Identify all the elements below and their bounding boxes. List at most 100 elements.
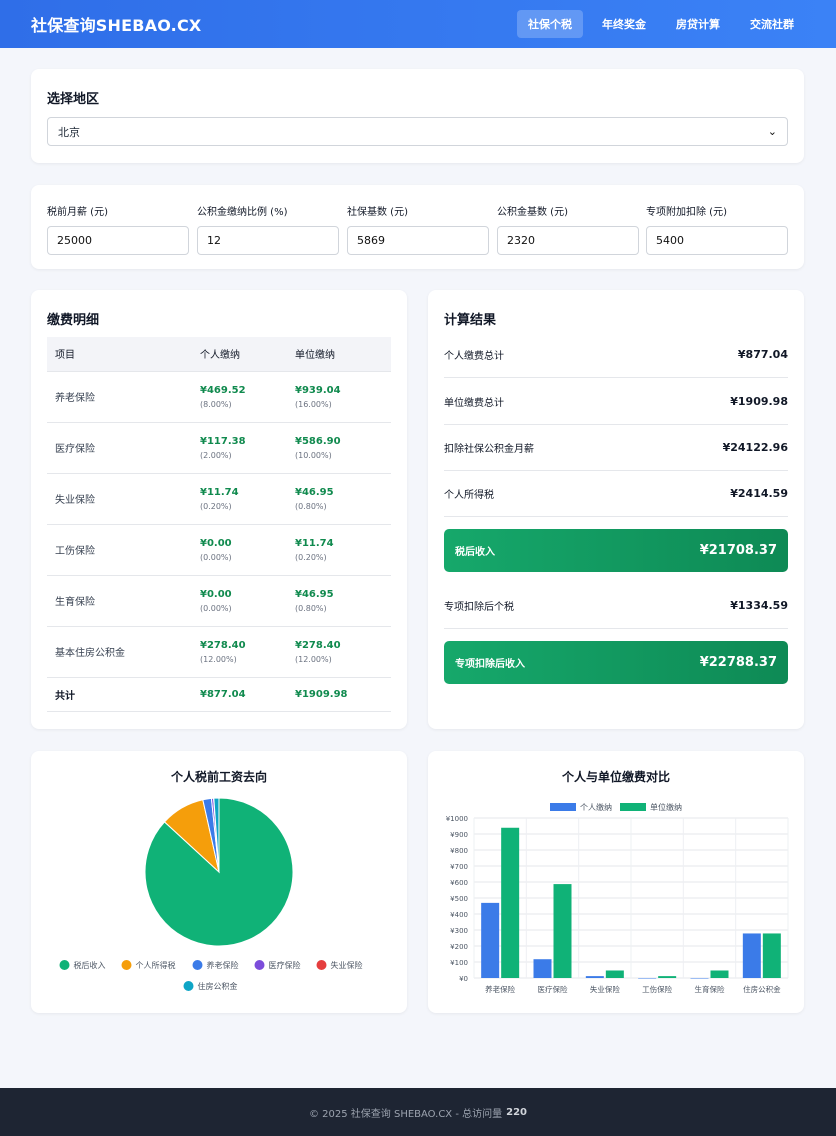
bar bbox=[710, 970, 729, 978]
bar bbox=[553, 884, 572, 978]
personal-amount: ¥11.74 bbox=[200, 486, 239, 498]
company-percent: (0.80%) bbox=[295, 501, 327, 511]
x-tick-label: 工伤保险 bbox=[642, 984, 672, 994]
result-label: 扣除社保公积金月薪 bbox=[444, 444, 534, 455]
personal-amount: ¥117.38 bbox=[200, 435, 246, 447]
personal-percent: (2.00%) bbox=[200, 450, 232, 460]
chevron-down-icon: ⌄ bbox=[767, 125, 777, 138]
bar-chart: 个人缴纳 单位缴纳 ¥0 ¥100 ¥200 ¥300 ¥400 ¥500 ¥600 ¥700 ¥8… bbox=[446, 802, 789, 994]
brand-logo[interactable]: 社保查询SHEBAO.CX bbox=[31, 12, 201, 36]
company-percent: (10.00%) bbox=[295, 450, 332, 460]
row-item: 工伤保险 bbox=[47, 524, 192, 576]
nav-link-mortgage[interactable]: 房贷计算 bbox=[665, 10, 731, 38]
personal-amount: ¥278.40 bbox=[200, 639, 246, 651]
fund-base-input[interactable] bbox=[497, 226, 639, 255]
company-percent: (12.00%) bbox=[295, 654, 332, 664]
total-label: 共计 bbox=[47, 677, 192, 712]
personal-cell: ¥11.74 (0.20%) bbox=[192, 473, 287, 525]
x-tick-label: 失业保险 bbox=[590, 984, 620, 994]
nav-link-tax[interactable]: 社保个税 bbox=[517, 10, 583, 38]
y-tick-label: ¥500 bbox=[450, 895, 468, 903]
company-cell: ¥586.90 (10.00%) bbox=[287, 422, 391, 474]
personal-amount: ¥0.00 bbox=[200, 537, 232, 549]
x-tick-label: 住房公积金 bbox=[743, 984, 781, 994]
result-row-salary-after-deduction: 扣除社保公积金月薪 ¥24122.96 bbox=[444, 425, 788, 471]
personal-cell: ¥117.38 (2.00%) bbox=[192, 422, 287, 474]
result-title: 计算结果 bbox=[444, 313, 497, 328]
nav-link-community[interactable]: 交流社群 bbox=[739, 10, 805, 38]
y-tick-label: ¥400 bbox=[450, 911, 468, 919]
personal-percent: (8.00%) bbox=[200, 399, 232, 409]
y-tick-label: ¥100 bbox=[450, 959, 468, 967]
legend-label: 养老保险 bbox=[207, 960, 239, 970]
net-income-value: ¥21708.37 bbox=[699, 543, 777, 558]
personal-cell: ¥278.40 (12.00%) bbox=[192, 626, 287, 678]
company-percent: (0.20%) bbox=[295, 552, 327, 562]
company-cell: ¥278.40 (12.00%) bbox=[287, 626, 391, 678]
personal-percent: (0.00%) bbox=[200, 552, 232, 562]
net-income-banner: 税后收入 ¥21708.37 bbox=[444, 529, 788, 572]
bar-chart-card: 个人与单位缴费对比 个人缴纳 单位缴纳 ¥0 ¥100 ¥200 ¥300 ¥400 ¥500… bbox=[428, 751, 804, 1013]
row-item: 失业保险 bbox=[47, 473, 192, 525]
special-income-label: 专项扣除后收入 bbox=[455, 659, 525, 670]
total-personal-cell: ¥877.04 bbox=[192, 677, 287, 712]
legend-dot bbox=[254, 960, 265, 970]
legend-swatch bbox=[550, 803, 576, 811]
total-personal: ¥877.04 bbox=[200, 688, 246, 700]
personal-amount: ¥469.52 bbox=[200, 384, 246, 396]
footer: © 2025 社保查询 SHEBAO.CX - 总访问量 220 bbox=[0, 1088, 836, 1136]
salary-field-group: 税前月薪 (元) bbox=[47, 203, 189, 255]
detail-card: 缴费明细 项目 个人缴纳 单位缴纳 养老保险 ¥469.52 (8.00%) ¥9… bbox=[31, 290, 407, 729]
company-percent: (16.00%) bbox=[295, 399, 332, 409]
region-title: 选择地区 bbox=[47, 92, 100, 107]
bar bbox=[742, 933, 761, 978]
legend-dot bbox=[316, 960, 327, 970]
pie-chart: 税后收入 个人所得税 养老保险 医疗保险 失业保险住房公积金 bbox=[59, 797, 363, 991]
company-amount: ¥11.74 bbox=[295, 537, 334, 549]
special-income-banner: 专项扣除后收入 ¥22788.37 bbox=[444, 641, 788, 684]
region-selected-value: 北京 bbox=[58, 125, 80, 139]
table-row: 医疗保险 ¥117.38 (2.00%) ¥586.90 (10.00%) bbox=[47, 422, 391, 474]
x-tick-label: 医疗保险 bbox=[538, 984, 568, 994]
salary-input[interactable] bbox=[47, 226, 189, 255]
table-total-row: 共计 ¥877.04 ¥1909.98 bbox=[47, 677, 391, 712]
legend-label: 医疗保险 bbox=[269, 960, 301, 970]
row-item: 医疗保险 bbox=[47, 422, 192, 474]
total-company-cell: ¥1909.98 bbox=[287, 677, 391, 712]
col-header-company: 单位缴纳 bbox=[287, 337, 391, 372]
company-cell: ¥46.95 (0.80%) bbox=[287, 473, 391, 525]
company-amount: ¥46.95 bbox=[295, 588, 334, 600]
region-select[interactable]: 北京 ⌄ bbox=[47, 117, 788, 146]
bar bbox=[762, 933, 781, 978]
legend-dot bbox=[59, 960, 70, 970]
col-header-item: 项目 bbox=[47, 337, 192, 372]
special-deduction-input[interactable] bbox=[646, 226, 788, 255]
footer-text: © 2025 社保查询 SHEBAO.CX - 总访问量 bbox=[308, 1108, 503, 1120]
personal-cell: ¥0.00 (0.00%) bbox=[192, 575, 287, 627]
personal-percent: (0.20%) bbox=[200, 501, 232, 511]
personal-cell: ¥0.00 (0.00%) bbox=[192, 524, 287, 576]
visit-count: 220 bbox=[506, 1106, 527, 1118]
y-tick-label: ¥200 bbox=[450, 943, 468, 951]
personal-percent: (0.00%) bbox=[200, 603, 232, 613]
x-tick-label: 养老保险 bbox=[485, 984, 515, 994]
y-tick-label: ¥300 bbox=[450, 927, 468, 935]
social-base-input[interactable] bbox=[347, 226, 489, 255]
y-tick-label: ¥900 bbox=[450, 831, 468, 839]
bar bbox=[533, 959, 552, 978]
legend-label: 失业保险 bbox=[331, 960, 363, 970]
fund-rate-input[interactable] bbox=[197, 226, 339, 255]
special-deduction-field-group: 专项附加扣除 (元) bbox=[646, 203, 788, 255]
fund-base-label: 公积金基数 (元) bbox=[497, 207, 568, 218]
result-label: 单位缴费总计 bbox=[444, 398, 504, 409]
nav-link-bonus[interactable]: 年终奖金 bbox=[591, 10, 657, 38]
company-percent: (0.80%) bbox=[295, 603, 327, 613]
result-row-income-tax: 个人所得税 ¥2414.59 bbox=[444, 471, 788, 517]
salary-label: 税前月薪 (元) bbox=[47, 207, 108, 218]
result-value: ¥1334.59 bbox=[730, 599, 788, 612]
legend-label: 税后收入 bbox=[74, 960, 106, 970]
company-amount: ¥586.90 bbox=[295, 435, 341, 447]
table-row: 基本住房公积金 ¥278.40 (12.00%) ¥278.40 (12.00%) bbox=[47, 626, 391, 678]
result-label: 个人所得税 bbox=[444, 490, 494, 501]
y-tick-label: ¥1000 bbox=[446, 815, 468, 823]
